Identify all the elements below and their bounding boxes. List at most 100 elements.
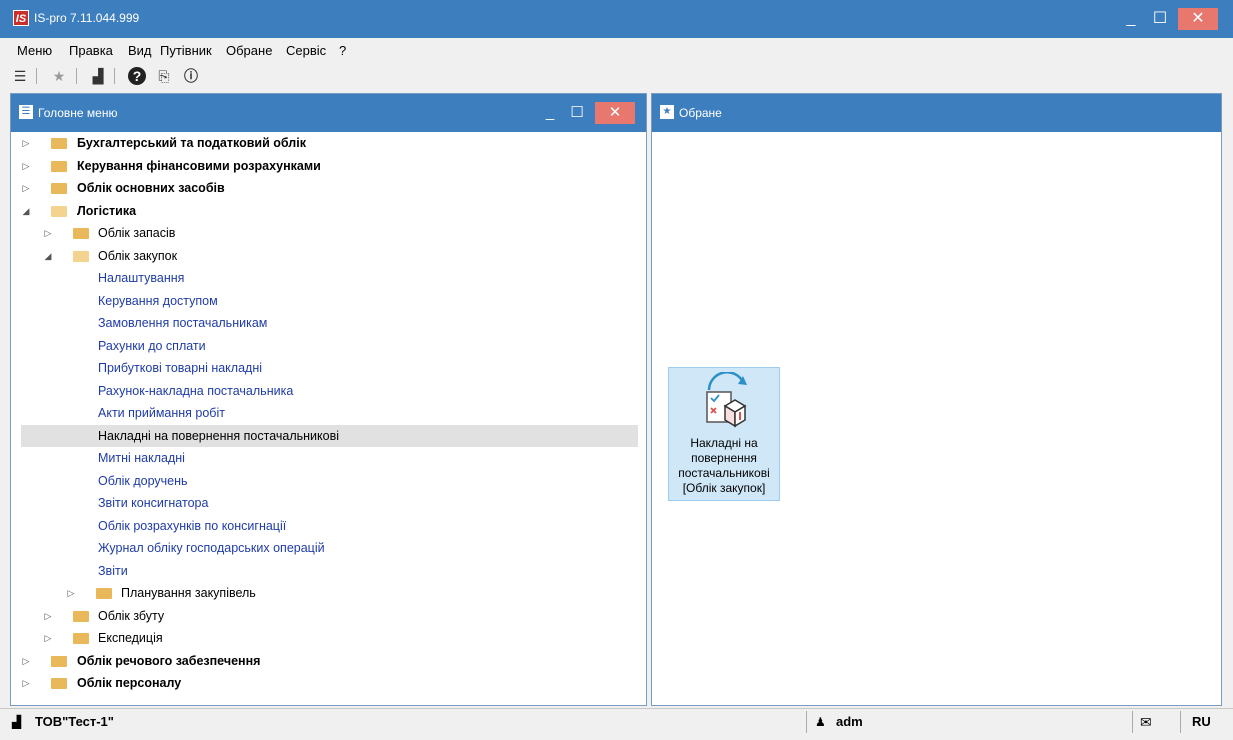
status-bar: ▟ ТОВ"Тест-1" ♟ adm ✉ RU (0, 708, 1233, 734)
tree-folder-item[interactable]: ◢ Облік закупок (21, 245, 638, 267)
tree-link-item[interactable]: Звіти консигнатора (21, 492, 638, 514)
tree-folder-item[interactable]: ▷ Облік запасів (21, 222, 638, 244)
tree-link-item[interactable]: Накладні на повернення постачальникові (21, 424, 638, 447)
user-name[interactable]: adm (836, 712, 863, 732)
tree-item-label: Облік збуту (98, 608, 165, 623)
tree-item-label: Логістика (77, 203, 137, 218)
company-name[interactable]: ТОВ"Тест-1" (35, 712, 114, 732)
favorites-panel: ★ Обране Накладні на повернення постачал… (651, 93, 1222, 706)
tree-folder-item[interactable]: ▷ Експедиція (21, 627, 638, 649)
expand-arrow-icon[interactable]: ▷ (21, 132, 31, 154)
tree-folder-item[interactable]: ▷ Облік персоналу (21, 672, 638, 694)
tree-link-item[interactable]: Замовлення постачальникам (21, 312, 638, 334)
maximize-button[interactable]: ☐ (1146, 8, 1174, 30)
favorite-tile-return-invoices[interactable]: Накладні на повернення постачальникові [… (668, 367, 780, 501)
close-button[interactable]: ✕ (1178, 8, 1218, 30)
tree-item-label: Експедиція (98, 631, 163, 645)
minimize-button[interactable]: _ (1117, 8, 1145, 30)
panel-maximize-button[interactable]: ☐ (565, 102, 589, 124)
title-bar: IS IS-pro 7.11.044.999 _ ☐ ✕ (0, 0, 1233, 38)
menu-tree: ▷ Бухгалтерський та податковий облік ▷ Керу… (21, 132, 638, 705)
expand-arrow-icon[interactable]: ▷ (21, 155, 31, 177)
tree-item-label: Облік запасів (98, 226, 176, 240)
tree-item-label: Прибуткові товарні накладні (98, 361, 263, 375)
main-menu-panel: ☰ Головне меню _ ☐ ✕ ▷ Бухгалтерський та … (10, 93, 647, 706)
folder-icon (73, 610, 89, 622)
tree-folder-item[interactable]: ▷ Керування фінансовими розрахунками (21, 155, 638, 177)
tree-folder-item[interactable]: ▷ Облік речового забезпечення (21, 650, 638, 672)
panel-close-button[interactable]: ✕ (595, 102, 635, 124)
menu-service[interactable]: Сервіс (286, 43, 326, 58)
favorites-icon: ★ (660, 105, 674, 119)
collapse-arrow-icon[interactable]: ◢ (21, 200, 31, 222)
document-settings-icon[interactable]: ⎘ (155, 67, 173, 85)
tree-folder-item[interactable]: ◢ Логістика (21, 200, 638, 222)
menu-list-icon[interactable]: ☰ (11, 67, 29, 85)
help-icon[interactable]: ? (128, 67, 146, 85)
expand-arrow-icon[interactable]: ▷ (43, 627, 53, 649)
menu-help[interactable]: ? (339, 43, 346, 58)
folder-icon (51, 160, 67, 172)
tile-label-line: постачальникові (678, 466, 770, 480)
expand-arrow-icon[interactable]: ▷ (66, 582, 76, 604)
expand-arrow-icon[interactable]: ▷ (21, 672, 31, 694)
expand-arrow-icon[interactable]: ▷ (21, 177, 31, 199)
menu-main[interactable]: Меню (17, 43, 52, 58)
language-indicator[interactable]: RU (1192, 712, 1211, 732)
folder-icon (96, 588, 112, 599)
tree-link-item[interactable]: Журнал обліку господарських операцій (21, 537, 638, 559)
favorite-tile-label: Накладні на повернення постачальникові [… (669, 436, 779, 496)
tree-item-label: Облік речового забезпечення (77, 653, 261, 668)
folder-open-icon (51, 205, 67, 217)
tree-link-item[interactable]: Налаштування (21, 267, 638, 289)
tree-link-item[interactable]: Рахунок-накладна постачальника (21, 380, 638, 402)
tree-item-label: Замовлення постачальникам (98, 316, 268, 330)
tree-link-item[interactable]: Рахунки до сплати (21, 335, 638, 357)
menu-favorites[interactable]: Обране (226, 43, 272, 58)
folder-icon (73, 228, 89, 239)
star-icon[interactable]: ★ (50, 67, 68, 85)
tree-item-label: Облік закупок (98, 248, 178, 263)
user-icon: ♟ (815, 715, 826, 729)
tree-item-label: Бухгалтерський та податковий облік (77, 136, 306, 150)
menu-guide[interactable]: Путівник (160, 43, 212, 58)
chart-icon[interactable]: ▟ (89, 67, 107, 85)
envelope-icon[interactable]: ✉ (1140, 712, 1152, 732)
folder-icon (73, 633, 89, 644)
folder-icon (51, 655, 67, 667)
toolbar-separator (76, 68, 77, 84)
tree-link-item[interactable]: Облік доручень (21, 470, 638, 492)
return-box-icon (706, 372, 747, 428)
favorites-area: Накладні на повернення постачальникові [… (660, 136, 1213, 703)
info-icon[interactable]: ⓘ (182, 67, 200, 85)
tree-folder-item[interactable]: ▷ Облік основних засобів (21, 177, 638, 199)
tree-item-label: Рахунки до сплати (98, 338, 206, 353)
toolbar-separator (114, 68, 115, 84)
collapse-arrow-icon[interactable]: ◢ (43, 245, 53, 267)
tree-item-label: Звіти (98, 563, 128, 578)
toolbar: ☰ ★ ▟ ? ⎘ ⓘ (0, 62, 1233, 92)
expand-arrow-icon[interactable]: ▷ (43, 605, 53, 627)
tree-item-label: Митні накладні (98, 451, 185, 465)
tree-folder-item[interactable]: ▷ Бухгалтерський та податковий облік (21, 132, 638, 154)
tree-item-label: Налаштування (98, 271, 185, 285)
expand-arrow-icon[interactable]: ▷ (21, 650, 31, 672)
tree-link-item[interactable]: Митні накладні (21, 447, 638, 469)
tree-link-item[interactable]: Акти приймання робіт (21, 402, 638, 424)
tree-item-label: Керування доступом (98, 293, 218, 308)
tree-link-item[interactable]: Звіти (21, 560, 638, 582)
tree-folder-item[interactable]: ▷ Планування закупівель (21, 582, 638, 604)
tree-link-item[interactable]: Облік розрахунків по консигнації (21, 515, 638, 537)
tree-item-label: Облік основних засобів (77, 181, 225, 195)
tree-link-item[interactable]: Прибуткові товарні накладні (21, 357, 638, 379)
tree-folder-item[interactable]: ▷ Облік збуту (21, 605, 638, 627)
menu-view[interactable]: Вид (128, 43, 152, 58)
main-menu-header: ☰ Головне меню _ ☐ ✕ (11, 94, 646, 132)
panel-minimize-button[interactable]: _ (538, 102, 562, 124)
status-separator (806, 711, 807, 733)
tree-item-label: Накладні на повернення постачальникові (98, 428, 340, 443)
tree-item-label: Звіти консигнатора (98, 496, 209, 510)
expand-arrow-icon[interactable]: ▷ (43, 222, 53, 244)
menu-edit[interactable]: Правка (69, 43, 113, 58)
tree-link-item[interactable]: Керування доступом (21, 290, 638, 312)
